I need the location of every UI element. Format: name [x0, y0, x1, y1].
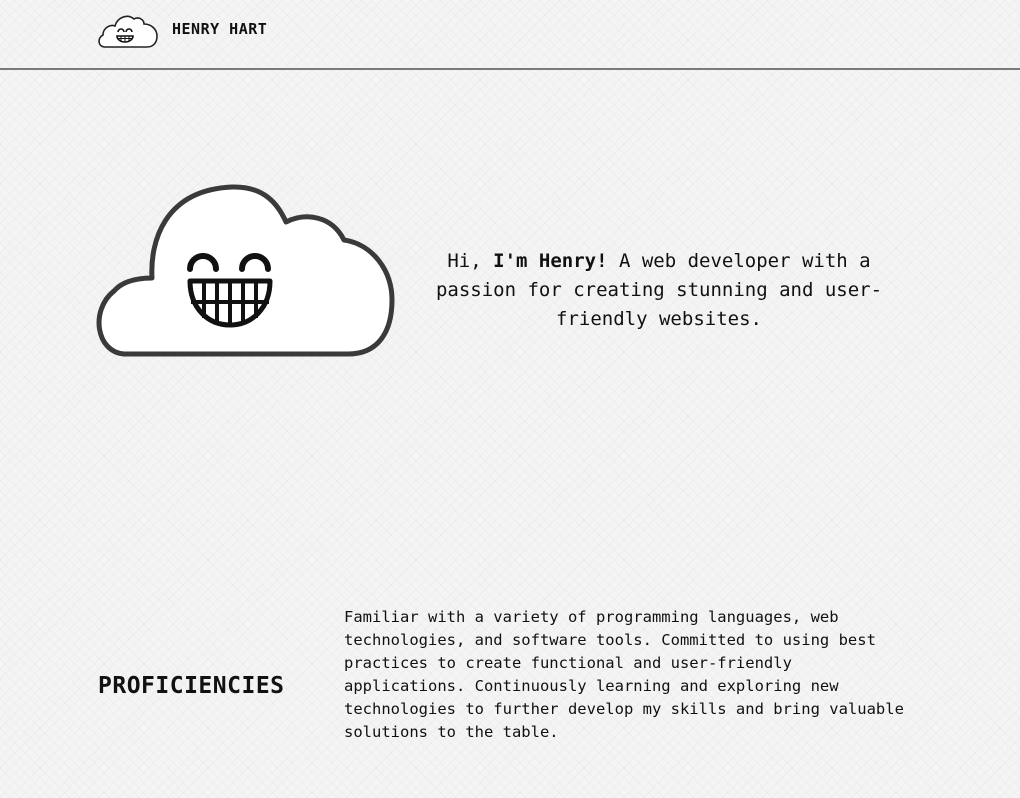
home-logo-link[interactable]: HENRY HART [96, 10, 267, 48]
site-header: HENRY HART [0, 0, 1020, 70]
proficiencies-description: Familiar with a variety of programming l… [344, 608, 904, 741]
hero-intro: Hi, I'm Henry! A web developer with a pa… [424, 247, 894, 334]
grinning-cloud-icon [96, 10, 158, 48]
hero-greeting: Hi, [447, 250, 494, 272]
brand-name: HENRY HART [172, 20, 268, 38]
proficiencies-title: PROFICIENCIES [98, 673, 285, 699]
grinning-cloud-icon [92, 184, 395, 359]
hero-name: I'm Henry! [493, 250, 608, 272]
